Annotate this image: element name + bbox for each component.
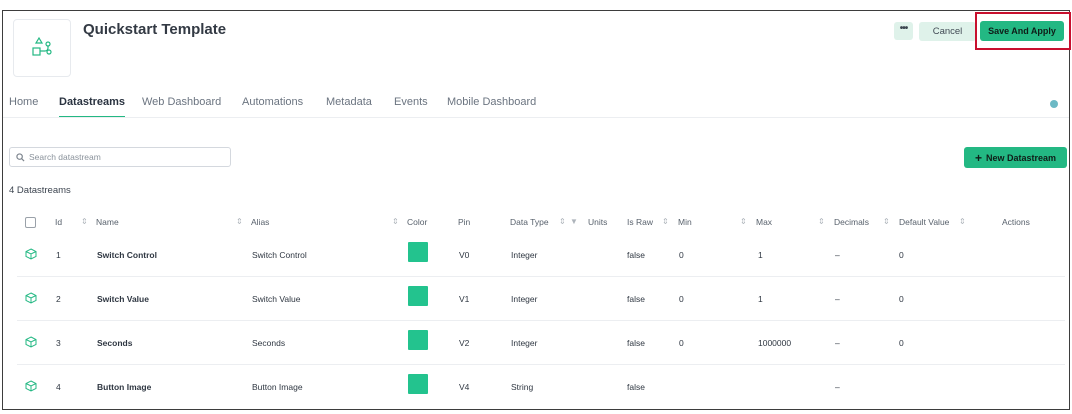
- row-data-type: String: [511, 382, 534, 392]
- row-is-raw: false: [627, 250, 645, 260]
- row-is-raw: false: [627, 338, 645, 348]
- color-swatch: [408, 242, 428, 262]
- row-is-raw: false: [627, 382, 645, 392]
- color-swatch: [408, 374, 428, 394]
- page-title: Quickstart Template: [83, 21, 227, 38]
- col-pin[interactable]: Pin: [458, 217, 470, 227]
- row-alias: Switch Control: [252, 250, 307, 260]
- col-alias[interactable]: Alias: [251, 217, 269, 227]
- row-min: 0: [679, 250, 684, 260]
- color-swatch: [408, 286, 428, 306]
- row-default-value: 0: [899, 338, 904, 348]
- sort-icon[interactable]: ⇕: [392, 217, 399, 226]
- app-frame: Quickstart Template ••• Cancel Save And …: [2, 10, 1071, 410]
- tab-metadata[interactable]: Metadata: [326, 96, 372, 108]
- row-max: 1: [758, 250, 763, 260]
- search-icon: [16, 152, 25, 162]
- sort-icon[interactable]: ⇕: [959, 217, 966, 226]
- row-data-type: Integer: [511, 294, 538, 304]
- filter-icon[interactable]: ▼: [570, 217, 578, 226]
- row-default-value: 0: [899, 250, 904, 260]
- row-name[interactable]: Seconds: [97, 338, 132, 348]
- row-is-raw: false: [627, 294, 645, 304]
- row-min: 0: [679, 338, 684, 348]
- sort-icon[interactable]: ⇕: [662, 217, 669, 226]
- row-pin: V4: [459, 382, 470, 392]
- sort-icon[interactable]: ⇕: [740, 217, 747, 226]
- plus-icon: +: [974, 150, 982, 165]
- datastream-cube-icon: [25, 380, 37, 392]
- col-units[interactable]: Units: [588, 217, 607, 227]
- col-name[interactable]: Name: [96, 217, 119, 227]
- datastream-cube-icon: [25, 292, 37, 304]
- search-input[interactable]: [29, 152, 219, 162]
- sort-icon[interactable]: ⇕: [818, 217, 825, 226]
- datastream-cube-icon: [25, 248, 37, 260]
- col-decimals[interactable]: Decimals: [834, 217, 869, 227]
- row-decimals: –: [835, 338, 840, 348]
- info-icon[interactable]: [1050, 100, 1058, 108]
- tab-events[interactable]: Events: [394, 96, 428, 108]
- row-data-type: Integer: [511, 338, 538, 348]
- col-max[interactable]: Max: [756, 217, 772, 227]
- table-row[interactable]: 3 Seconds Seconds V2 Integer false 0 100…: [3, 321, 1069, 365]
- row-max: 1000000: [758, 338, 792, 348]
- datastream-cube-icon: [25, 336, 37, 348]
- tab-datastreams[interactable]: Datastreams: [59, 96, 125, 108]
- sort-icon[interactable]: ⇕: [883, 217, 890, 226]
- row-data-type: Integer: [511, 250, 538, 260]
- row-pin: V2: [459, 338, 470, 348]
- table-header: Id ⇕ Name ⇕ Alias ⇕ Color Pin Data Type …: [3, 213, 1069, 233]
- row-decimals: –: [835, 250, 840, 260]
- col-default-value[interactable]: Default Value: [899, 217, 949, 227]
- cancel-button[interactable]: Cancel: [919, 22, 976, 41]
- row-name[interactable]: Button Image: [97, 382, 151, 392]
- row-decimals: –: [835, 382, 840, 392]
- row-pin: V0: [459, 250, 470, 260]
- more-options-button[interactable]: •••: [894, 22, 913, 40]
- row-decimals: –: [835, 294, 840, 304]
- sort-icon[interactable]: ⇕: [559, 217, 566, 226]
- tabs-divider: [3, 117, 1069, 118]
- table-row[interactable]: 2 Switch Value Switch Value V1 Integer f…: [3, 277, 1069, 321]
- col-actions: Actions: [1002, 217, 1030, 227]
- save-and-apply-button[interactable]: Save And Apply: [980, 21, 1064, 41]
- tab-home[interactable]: Home: [9, 96, 38, 108]
- col-color[interactable]: Color: [407, 217, 427, 227]
- sort-icon[interactable]: ⇕: [236, 217, 243, 226]
- table-row[interactable]: 1 Switch Control Switch Control V0 Integ…: [3, 233, 1069, 277]
- row-id: 3: [56, 338, 61, 348]
- row-alias: Switch Value: [252, 294, 301, 304]
- tab-mobile-dashboard[interactable]: Mobile Dashboard: [447, 96, 536, 108]
- row-pin: V1: [459, 294, 470, 304]
- new-datastream-label: New Datastream: [985, 152, 1057, 163]
- template-icon: [13, 19, 71, 77]
- datastream-count: 4 Datastreams: [9, 185, 71, 196]
- col-is-raw[interactable]: Is Raw: [627, 217, 653, 227]
- tab-automations[interactable]: Automations: [242, 96, 303, 108]
- row-name[interactable]: Switch Control: [97, 250, 157, 260]
- row-id: 1: [56, 250, 61, 260]
- col-id[interactable]: Id: [55, 217, 62, 227]
- row-alias: Seconds: [252, 338, 286, 348]
- sort-icon[interactable]: ⇕: [81, 217, 88, 226]
- row-default-value: 0: [899, 294, 904, 304]
- table-row[interactable]: 4 Button Image Button Image V4 String fa…: [3, 365, 1069, 409]
- row-name[interactable]: Switch Value: [97, 294, 149, 304]
- new-datastream-button[interactable]: + New Datastream: [964, 147, 1067, 168]
- row-id: 2: [56, 294, 61, 304]
- tab-web-dashboard[interactable]: Web Dashboard: [142, 96, 221, 108]
- col-min[interactable]: Min: [678, 217, 692, 227]
- row-id: 4: [56, 382, 61, 392]
- search-box[interactable]: [9, 147, 231, 167]
- row-max: 1: [758, 294, 763, 304]
- row-min: 0: [679, 294, 684, 304]
- col-data-type[interactable]: Data Type: [510, 217, 549, 227]
- row-alias: Button Image: [252, 382, 303, 392]
- color-swatch: [408, 330, 428, 350]
